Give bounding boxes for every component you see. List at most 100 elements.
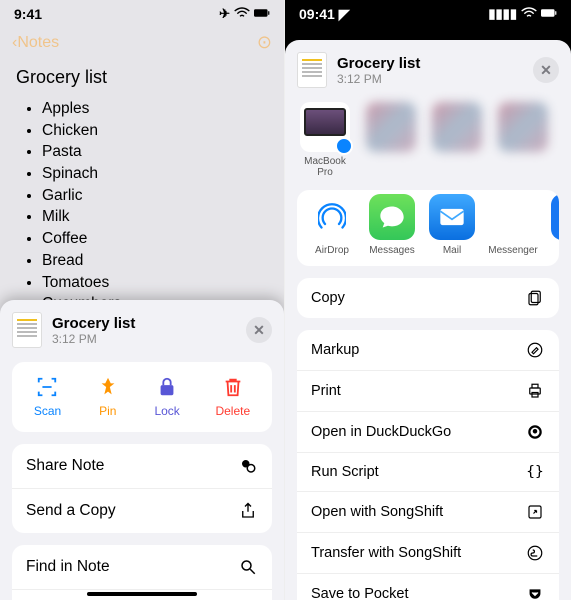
app-airdrop[interactable]: AirDrop [309,194,355,256]
markup-row[interactable]: Markup [297,330,559,371]
lock-button[interactable]: Lock [154,376,179,418]
scan-icon [36,376,58,398]
row-label: Save to Pocket [311,586,409,600]
sheet-subtitle: 3:12 PM [52,332,236,346]
app-label: AirDrop [315,245,349,256]
app-mail[interactable]: Mail [429,194,475,256]
app-label: Messenger [488,245,537,256]
more-icon[interactable]: ⊙ [257,32,272,53]
row-label: Share Note [26,457,104,475]
runscript-row[interactable]: Run Script {} [297,453,559,492]
app-facebook[interactable]: Fa [551,194,559,256]
row-label: Markup [311,342,359,358]
list-item: Tomatoes [42,272,268,294]
songshift-transfer-row[interactable]: Transfer with SongShift [297,533,559,574]
battery-icon [254,7,270,22]
nav-bar: ‹ Notes ⊙ [0,28,284,61]
messenger-icon [499,203,527,231]
list-item: Coffee [42,228,268,250]
wifi-icon [234,7,250,22]
pin-button[interactable]: Pin [97,376,119,418]
note-body: Grocery list Apples Chicken Pasta Spinac… [0,61,284,321]
app-label: Mail [443,245,461,256]
row-label: Send a Copy [26,502,116,520]
share-note-row[interactable]: Share Note [12,444,272,489]
messages-icon [378,203,406,231]
pocket-row[interactable]: Save to Pocket [297,574,559,600]
markup-icon [525,341,545,359]
songshift-open-row[interactable]: Open with SongShift [297,492,559,533]
lock-label: Lock [154,404,179,418]
document-icon [297,52,327,88]
back-button[interactable]: ‹ Notes [12,34,59,52]
sheet-header: Grocery list 3:12 PM ✕ [0,300,284,362]
document-icon [12,312,42,348]
braces-icon: {} [525,464,545,480]
target-macbook[interactable]: MacBook Pro [297,102,353,178]
send-copy-row[interactable]: Send a Copy [12,489,272,533]
duckduckgo-row[interactable]: Open in DuckDuckGo [297,412,559,453]
close-icon: ✕ [253,322,265,339]
list-item: Pasta [42,141,268,163]
sheet-title: Grocery list [52,315,236,332]
status-icons: ✈︎ [219,6,270,22]
copy-group: Copy [297,278,559,318]
target-contact[interactable] [363,102,419,152]
app-label: Messages [369,245,415,256]
row-label: Print [311,383,341,399]
left-screenshot: 9:41 ✈︎ ‹ Notes ⊙ Grocery list Apples [0,0,285,600]
row-label: Find in Note [26,558,110,576]
status-bar: 09:41 ◤ ▮▮▮▮ [285,0,571,28]
pin-icon [97,376,119,398]
delete-button[interactable]: Delete [215,376,250,418]
airdrop-badge-icon [335,137,353,155]
note-list: Apples Chicken Pasta Spinach Garlic Milk… [16,98,268,315]
close-button[interactable]: ✕ [246,317,272,343]
sheet-header: Grocery list 3:12 PM ✕ [285,40,571,102]
share-apps: AirDrop Messages Mail Messenger Fa [297,190,559,266]
app-messenger[interactable]: Messenger [489,194,537,256]
copy-icon [525,289,545,307]
list-item: Bread [42,250,268,272]
battery-icon [541,7,557,22]
row-label: Copy [311,290,345,306]
open-in-icon [525,503,545,521]
sheet-title: Grocery list [337,55,523,72]
note-title: Grocery list [16,67,268,88]
list-item: Apples [42,98,268,120]
duckduckgo-icon [525,423,545,441]
location-icon: ◤ [339,6,350,22]
scan-button[interactable]: Scan [34,376,61,418]
close-icon: ✕ [540,62,552,79]
pin-label: Pin [99,404,116,418]
airdrop-targets: MacBook Pro [285,102,571,190]
copy-row[interactable]: Copy [297,278,559,318]
find-row[interactable]: Find in Note [12,545,272,590]
row-label: Open in DuckDuckGo [311,424,451,440]
collaborate-icon [238,457,258,475]
target-contact[interactable] [495,102,551,152]
mail-icon [438,203,466,231]
right-screenshot: 09:41 ◤ ▮▮▮▮ Grocery list 3:12 PM ✕ MacB… [285,0,571,600]
row-label: Transfer with SongShift [311,545,461,561]
row-label: Open with SongShift [311,504,443,520]
songshift-icon [525,544,545,562]
scan-label: Scan [34,404,61,418]
delete-label: Delete [215,404,250,418]
row-label: Run Script [311,464,379,480]
search-icon [238,558,258,576]
print-row[interactable]: Print [297,371,559,412]
share-group: Share Note Send a Copy [12,444,272,533]
pocket-icon [525,585,545,600]
print-icon [525,382,545,400]
app-messages[interactable]: Messages [369,194,415,256]
status-time: 09:41 [299,6,335,22]
actions-group: Markup Print Open in DuckDuckGo Run Scri… [297,330,559,600]
quick-actions: Scan Pin Lock Delete [12,362,272,432]
wifi-icon [521,7,537,22]
macbook-icon [304,108,346,136]
close-button[interactable]: ✕ [533,57,559,83]
back-label: Notes [17,34,59,52]
status-time: 9:41 [14,6,42,22]
target-contact[interactable] [429,102,485,152]
